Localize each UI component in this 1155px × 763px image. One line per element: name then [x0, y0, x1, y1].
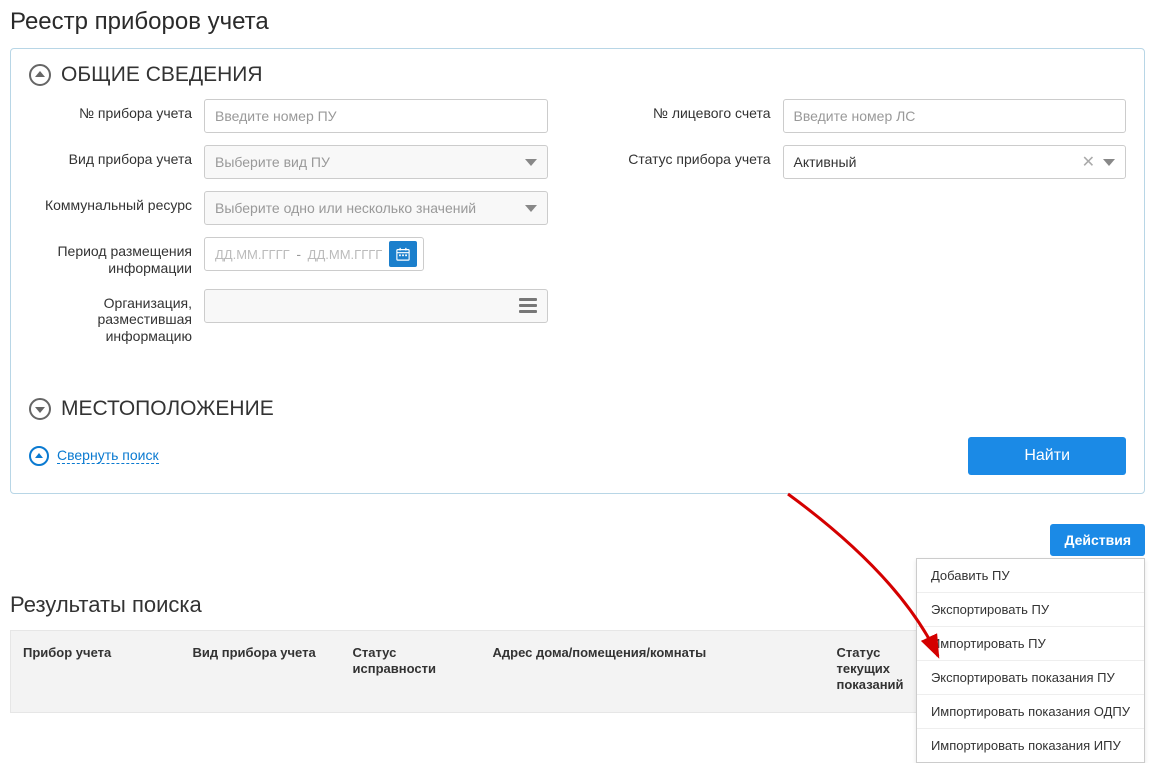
resource-placeholder: Выберите одно или несколько значений [215, 200, 476, 216]
label-meter-type: Вид прибора учета [29, 145, 204, 179]
date-from-placeholder: ДД.ММ.ГГГГ [215, 247, 290, 262]
meter-type-select[interactable]: Выберите вид ПУ [204, 145, 548, 179]
chevron-down-icon [1103, 159, 1115, 166]
action-item-import-pu[interactable]: Импортировать ПУ [917, 627, 1144, 661]
action-item-export-readings[interactable]: Экспортировать показания ПУ [917, 661, 1144, 695]
date-to-placeholder: ДД.ММ.ГГГГ [308, 247, 383, 262]
org-select[interactable] [204, 289, 548, 323]
calendar-icon[interactable] [389, 241, 417, 267]
chevron-up-icon [29, 446, 49, 466]
clear-icon[interactable]: ✕ [1082, 152, 1095, 172]
account-no-input[interactable] [783, 99, 1127, 133]
label-org: Организация, разместившая информацию [29, 289, 204, 345]
col-meter-type: Вид прибора учета [181, 630, 341, 712]
period-date-range[interactable]: ДД.ММ.ГГГГ - ДД.ММ.ГГГГ [204, 237, 424, 271]
date-dash: - [296, 246, 301, 262]
col-address: Адрес дома/помещения/комнаты [481, 630, 825, 712]
section-location-header[interactable]: МЕСТОПОЛОЖЕНИЕ [29, 397, 1126, 421]
form-grid: № прибора учета Вид прибора учета Выбери… [29, 99, 1126, 357]
actions-button[interactable]: Действия [1050, 524, 1145, 556]
menu-icon [519, 298, 537, 313]
chevron-up-icon [29, 64, 51, 86]
action-item-export-pu[interactable]: Экспортировать ПУ [917, 593, 1144, 627]
status-select[interactable]: Активный ✕ [783, 145, 1127, 179]
status-value: Активный [794, 154, 857, 170]
resource-select[interactable]: Выберите одно или несколько значений [204, 191, 548, 225]
action-item-import-odpu[interactable]: Импортировать показания ОДПУ [917, 695, 1144, 729]
col-meter: Прибор учета [11, 630, 181, 712]
action-item-add-pu[interactable]: Добавить ПУ [917, 559, 1144, 593]
label-meter-no: № прибора учета [29, 99, 204, 133]
search-button[interactable]: Найти [968, 437, 1126, 475]
actions-bar: Действия Добавить ПУ Экспортировать ПУ И… [10, 524, 1145, 556]
section-location-title: МЕСТОПОЛОЖЕНИЕ [61, 397, 274, 421]
meter-type-placeholder: Выберите вид ПУ [215, 154, 330, 170]
label-account-no: № лицевого счета [608, 99, 783, 133]
page-title: Реестр приборов учета [10, 0, 1145, 48]
collapse-search-link[interactable]: Свернуть поиск [57, 447, 159, 464]
panel-footer: Свернуть поиск Найти [29, 437, 1126, 475]
chevron-down-icon [525, 159, 537, 166]
col-status: Статус исправности [341, 630, 481, 712]
actions-dropdown: Добавить ПУ Экспортировать ПУ Импортиров… [916, 558, 1145, 763]
search-panel: ОБЩИЕ СВЕДЕНИЯ № прибора учета Вид прибо… [10, 48, 1145, 494]
label-status: Статус прибора учета [608, 145, 783, 179]
action-item-import-ipu[interactable]: Импортировать показания ИПУ [917, 729, 1144, 762]
collapse-search-link-wrap[interactable]: Свернуть поиск [29, 446, 159, 466]
section-general-title: ОБЩИЕ СВЕДЕНИЯ [61, 63, 263, 87]
meter-no-input[interactable] [204, 99, 548, 133]
section-general-header[interactable]: ОБЩИЕ СВЕДЕНИЯ [29, 63, 1126, 87]
chevron-down-icon [29, 398, 51, 420]
label-resource: Коммунальный ресурс [29, 191, 204, 225]
label-period: Период размещения информации [29, 237, 204, 277]
chevron-down-icon [525, 205, 537, 212]
